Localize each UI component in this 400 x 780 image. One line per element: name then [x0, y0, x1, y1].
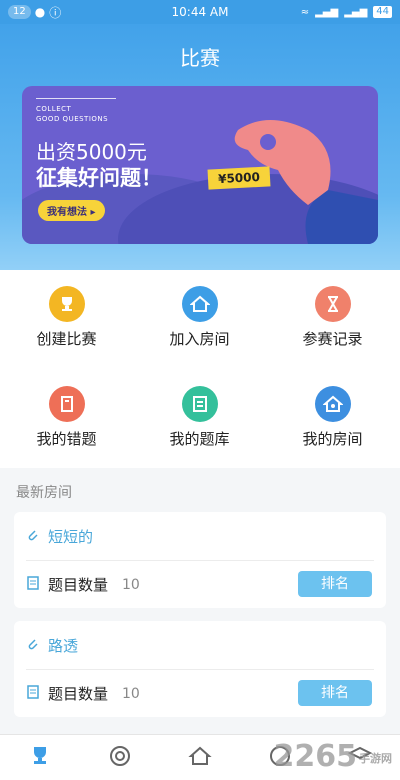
room-card[interactable]: 路透 题目数量 10 排名 [14, 621, 386, 717]
room-title: 路透 [26, 635, 78, 656]
rank-button[interactable]: 排名 [298, 571, 372, 597]
room-card[interactable]: 短短的 题目数量 10 排名 [14, 512, 386, 608]
menu-join-room[interactable]: 加入房间 [133, 270, 266, 360]
question-count-row: 题目数量 10 [26, 683, 140, 704]
hourglass-icon [314, 286, 351, 322]
home-heart-icon [188, 744, 212, 772]
money-tag: ¥5000 [207, 166, 271, 190]
page-title: 比赛 [180, 46, 220, 70]
rank-button[interactable]: 排名 [298, 680, 372, 706]
banner-line [36, 98, 116, 99]
promo-banner[interactable]: COLLECT GOOD QUESTIONS 出资5000元 征集好问题！ 我有… [22, 86, 378, 244]
room-name: 路透 [48, 637, 79, 655]
nav-target[interactable] [100, 740, 140, 776]
menu-label: 我的房间 [302, 430, 363, 448]
count-value: 10 [122, 685, 140, 702]
menu-create-contest[interactable]: 创建比赛 [0, 270, 133, 360]
status-time: 10:44 AM [171, 5, 229, 19]
home-icon [181, 286, 218, 322]
count-label: 题目数量 [48, 685, 109, 703]
paperclip-icon [26, 528, 40, 546]
room-title: 短短的 [26, 526, 93, 547]
menu-label: 加入房间 [169, 330, 230, 348]
trophy-icon [28, 744, 52, 772]
menu-my-mistakes[interactable]: 我的错题 [0, 370, 133, 460]
section-title: 最新房间 [16, 485, 72, 501]
banner-headline-2: 征集好问题！ [36, 166, 162, 190]
collect-line-1: COLLECT [36, 105, 72, 113]
document-icon [26, 684, 40, 703]
menu-my-question-bank[interactable]: 我的题库 [133, 370, 266, 460]
book-icon [48, 386, 85, 422]
idea-button[interactable]: 我有想法 ▸ [38, 200, 105, 221]
trophy-icon [48, 286, 85, 322]
paperclip-icon [26, 637, 40, 655]
header: 比赛 COLLECT GOOD QUESTIONS 出资5000元 征集好问题！… [0, 24, 400, 270]
card-divider [26, 560, 374, 561]
menu-label: 我的题库 [169, 430, 230, 448]
nav-home[interactable] [180, 740, 220, 776]
collect-line-2: GOOD QUESTIONS [36, 115, 109, 123]
watermark-sub: 手游网 [359, 751, 392, 765]
document-icon [26, 575, 40, 594]
menu-contest-record[interactable]: 参赛记录 [266, 270, 399, 360]
watermark: 2265 手游网 [274, 739, 393, 774]
status-bar: 12 ● ⓘ 10:44 AM ≈ ▂▄▆ ▂▄▆ 44 [0, 0, 400, 24]
room-name: 短短的 [48, 528, 94, 546]
menu-label: 创建比赛 [36, 330, 97, 348]
list-icon [181, 386, 218, 422]
menu-label: 参赛记录 [302, 330, 363, 348]
count-value: 10 [122, 576, 140, 593]
nav-contest[interactable] [20, 740, 60, 776]
home-key-icon [314, 386, 351, 422]
function-menu: 创建比赛 加入房间 参赛记录 我的错题 我的题库 我的房间 [0, 270, 400, 468]
watermark-main: 2265 [273, 739, 358, 774]
banner-collect-text: COLLECT GOOD QUESTIONS [36, 98, 116, 124]
menu-my-room[interactable]: 我的房间 [266, 370, 399, 460]
count-label: 题目数量 [48, 576, 109, 594]
question-count-row: 题目数量 10 [26, 574, 140, 595]
menu-label: 我的错题 [36, 430, 97, 448]
card-divider [26, 669, 374, 670]
target-icon [108, 744, 132, 772]
banner-headline-1: 出资5000元 [36, 140, 147, 164]
